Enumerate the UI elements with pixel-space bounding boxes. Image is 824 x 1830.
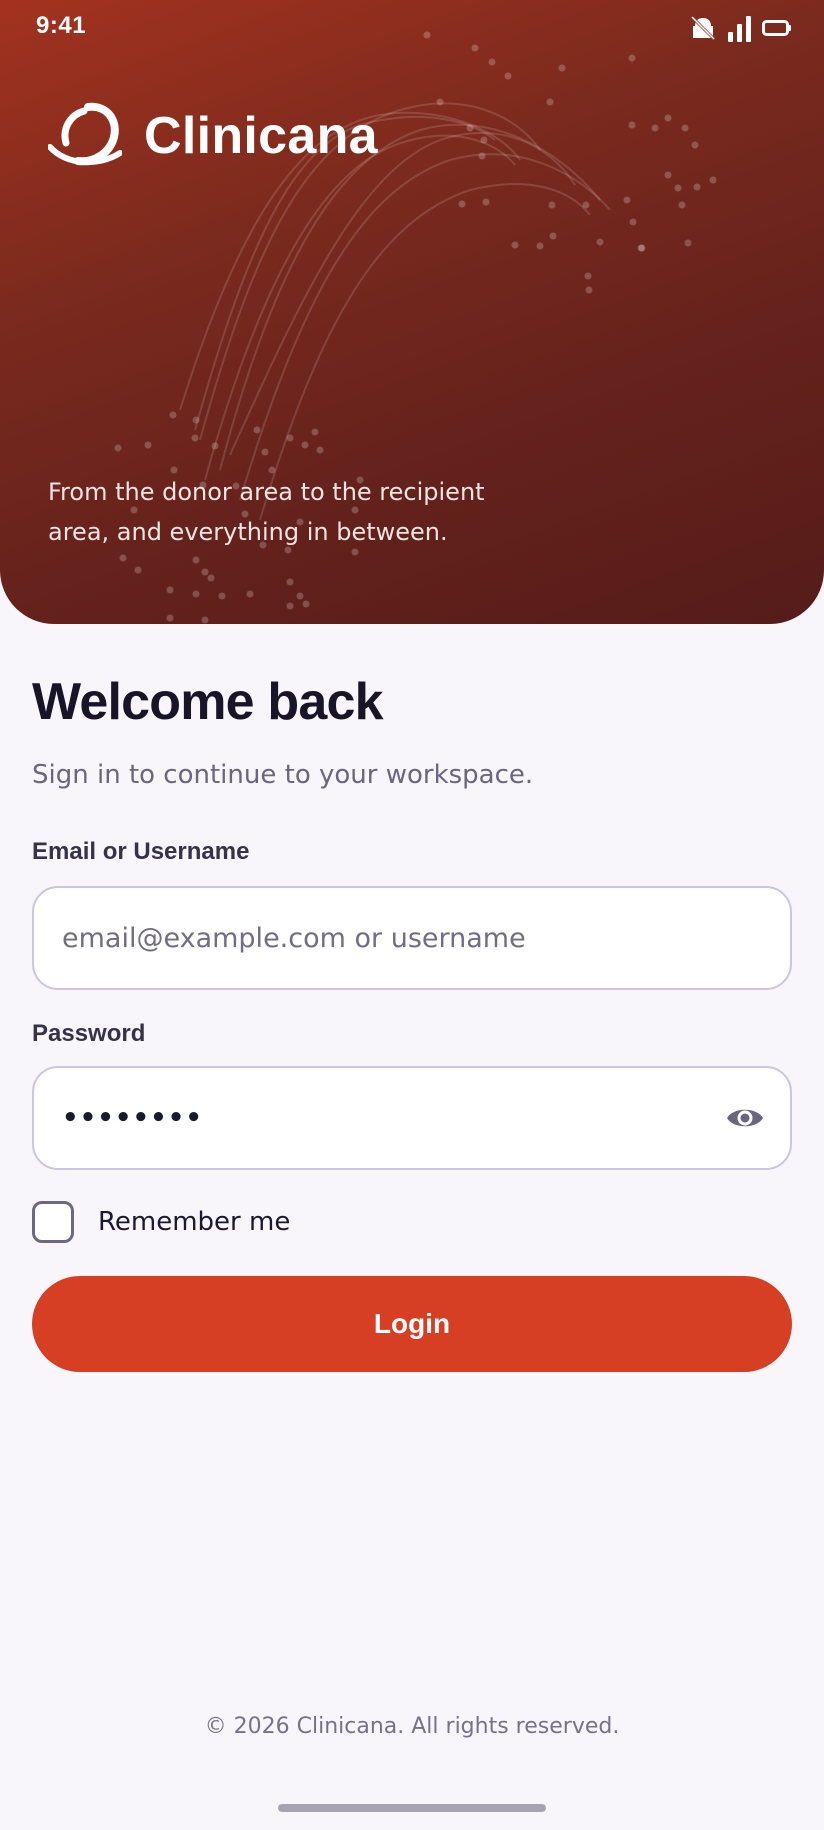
login-button-label: Login: [373, 1308, 451, 1339]
password-input[interactable]: [62, 1068, 712, 1168]
page-subtitle: Sign in to continue to your workspace.: [32, 760, 534, 790]
login-button[interactable]: Login: [32, 1276, 792, 1372]
battery-icon: [762, 20, 791, 36]
hero-tagline: From the donor area to the recipient are…: [48, 478, 485, 546]
remember-me-checkbox[interactable]: [32, 1201, 74, 1243]
email-input[interactable]: [62, 888, 712, 988]
eye-icon[interactable]: [726, 1102, 764, 1134]
brand-name: Clinicana: [144, 107, 378, 165]
notification-off-icon: [690, 15, 716, 41]
clinicana-logo: [48, 102, 122, 166]
password-label: Password: [32, 1020, 146, 1047]
page-title: Welcome back: [32, 673, 384, 731]
footer-copyright: © 2026 Clinicana. All rights reserved.: [204, 1714, 620, 1739]
brand: Clinicana: [48, 100, 378, 172]
login-screen: 9:41 Clinicana From the donor area to th…: [0, 0, 824, 1830]
status-time: 9:41: [36, 12, 87, 39]
remember-me-row[interactable]: Remember me: [32, 1200, 290, 1244]
email-label: Email or Username: [32, 838, 250, 865]
status-bar: 9:41: [0, 0, 824, 56]
home-indicator: [278, 1804, 546, 1812]
password-field-container: [32, 1066, 792, 1170]
remember-me-label: Remember me: [98, 1207, 291, 1237]
email-field-container: [32, 886, 792, 990]
status-icons: [688, 14, 792, 42]
hero-banner: 9:41 Clinicana From the donor area to th…: [0, 0, 824, 624]
signal-icon: [728, 16, 751, 42]
